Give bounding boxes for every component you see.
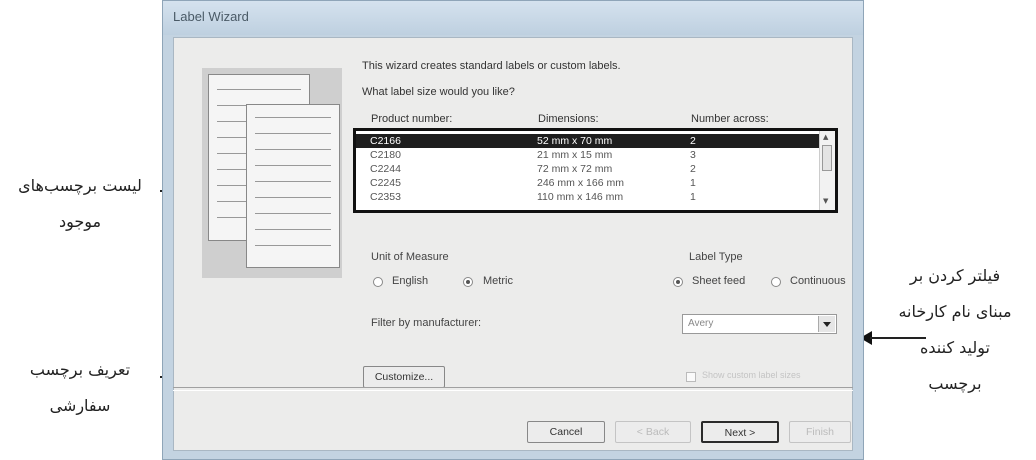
back-button[interactable]: < Back: [615, 421, 691, 443]
scroll-thumb[interactable]: [822, 145, 832, 171]
radio-sheet-feed[interactable]: [673, 277, 683, 287]
list-item-product: C2353: [370, 191, 401, 203]
list-item-dimensions: 72 mm x 72 mm: [537, 163, 613, 175]
list-item-dimensions: 21 mm x 15 mm: [537, 149, 613, 161]
scroll-up-icon[interactable]: ▲: [823, 133, 828, 141]
finish-button[interactable]: Finish: [789, 421, 851, 443]
list-item-product: C2245: [370, 177, 401, 189]
label-size-list[interactable]: C2166 52 mm x 70 mm 2 C2180 21 mm x 15 m…: [353, 128, 838, 213]
list-item-across: 1: [690, 177, 696, 189]
list-item[interactable]: C2166 52 mm x 70 mm 2: [356, 134, 823, 148]
radio-sheet-feed-label[interactable]: Sheet feed: [692, 275, 745, 287]
cancel-button[interactable]: Cancel: [527, 421, 605, 443]
callout-filter-pointer: [870, 337, 926, 339]
list-item-across: 2: [690, 135, 696, 147]
list-item[interactable]: C2245 246 mm x 166 mm 1: [356, 176, 823, 190]
list-item-across: 2: [690, 163, 696, 175]
callout-filter-line1: فیلتر کردن بر: [909, 266, 1001, 285]
callout-filter-line2: مبنای نام کارخانه: [898, 302, 1012, 321]
list-item[interactable]: C2244 72 mm x 72 mm 2: [356, 162, 823, 176]
filter-by-manufacturer-label: Filter by manufacturer:: [371, 317, 482, 329]
title-bar[interactable]: Label Wizard: [163, 1, 863, 35]
dialog-title: Label Wizard: [173, 9, 249, 24]
column-header-product: Product number:: [371, 113, 453, 125]
radio-english[interactable]: [373, 277, 383, 287]
label-type-label: Label Type: [689, 251, 743, 263]
list-item-product: C2166: [370, 135, 401, 147]
radio-english-label[interactable]: English: [392, 275, 428, 287]
callout-label-list: لیست برچسب‌های موجود: [0, 168, 160, 240]
radio-metric-label[interactable]: Metric: [483, 275, 513, 287]
callout-custom-label-line2: سفارشی: [49, 396, 111, 415]
label-wizard-dialog: Label Wizard This wizard creates standar…: [162, 0, 864, 460]
callout-filter: فیلتر کردن بر مبنای نام کارخانه تولید کن…: [874, 258, 1036, 402]
callout-filter-line3: تولید کننده: [920, 338, 990, 357]
label-sheet-front: [246, 104, 340, 268]
unit-of-measure-label: Unit of Measure: [371, 251, 449, 263]
list-item[interactable]: C2353 110 mm x 146 mm 1: [356, 190, 823, 204]
next-button[interactable]: Next >: [701, 421, 779, 443]
callout-custom-label-line1: تعریف برچسب: [29, 360, 131, 379]
callout-filter-line4: برچسب: [928, 374, 982, 393]
callout-label-list-line1: لیست برچسب‌های: [18, 176, 142, 195]
list-scrollbar[interactable]: ▲ ▼: [819, 131, 835, 210]
callout-label-list-line2: موجود: [58, 212, 102, 231]
column-header-across: Number across:: [691, 113, 769, 125]
label-sheet-illustration: [202, 68, 342, 278]
list-item-dimensions: 110 mm x 146 mm: [537, 191, 624, 203]
customize-button[interactable]: Customize...: [363, 366, 445, 388]
show-custom-sizes-label[interactable]: Show custom label sizes: [702, 370, 801, 380]
radio-metric[interactable]: [463, 277, 473, 287]
list-item-product: C2244: [370, 163, 401, 175]
list-item-dimensions: 52 mm x 70 mm: [537, 135, 613, 147]
intro-text: This wizard creates standard labels or c…: [362, 60, 621, 72]
callout-custom-label: تعریف برچسب سفارشی: [0, 352, 160, 424]
scroll-down-icon[interactable]: ▼: [823, 197, 828, 205]
chevron-down-icon[interactable]: [818, 316, 835, 332]
show-custom-sizes-checkbox[interactable]: [686, 372, 696, 382]
manufacturer-select-value: Avery: [688, 318, 714, 329]
manufacturer-select[interactable]: Avery: [682, 314, 837, 334]
list-item-product: C2180: [370, 149, 401, 161]
list-item-across: 3: [690, 149, 696, 161]
button-separator: [173, 387, 853, 391]
column-header-dimensions: Dimensions:: [538, 113, 599, 125]
question-text: What label size would you like?: [362, 86, 515, 98]
list-item-dimensions: 246 mm x 166 mm: [537, 177, 624, 189]
radio-continuous-label[interactable]: Continuous: [790, 275, 846, 287]
radio-continuous[interactable]: [771, 277, 781, 287]
list-item[interactable]: C2180 21 mm x 15 mm 3: [356, 148, 823, 162]
list-item-across: 1: [690, 191, 696, 203]
